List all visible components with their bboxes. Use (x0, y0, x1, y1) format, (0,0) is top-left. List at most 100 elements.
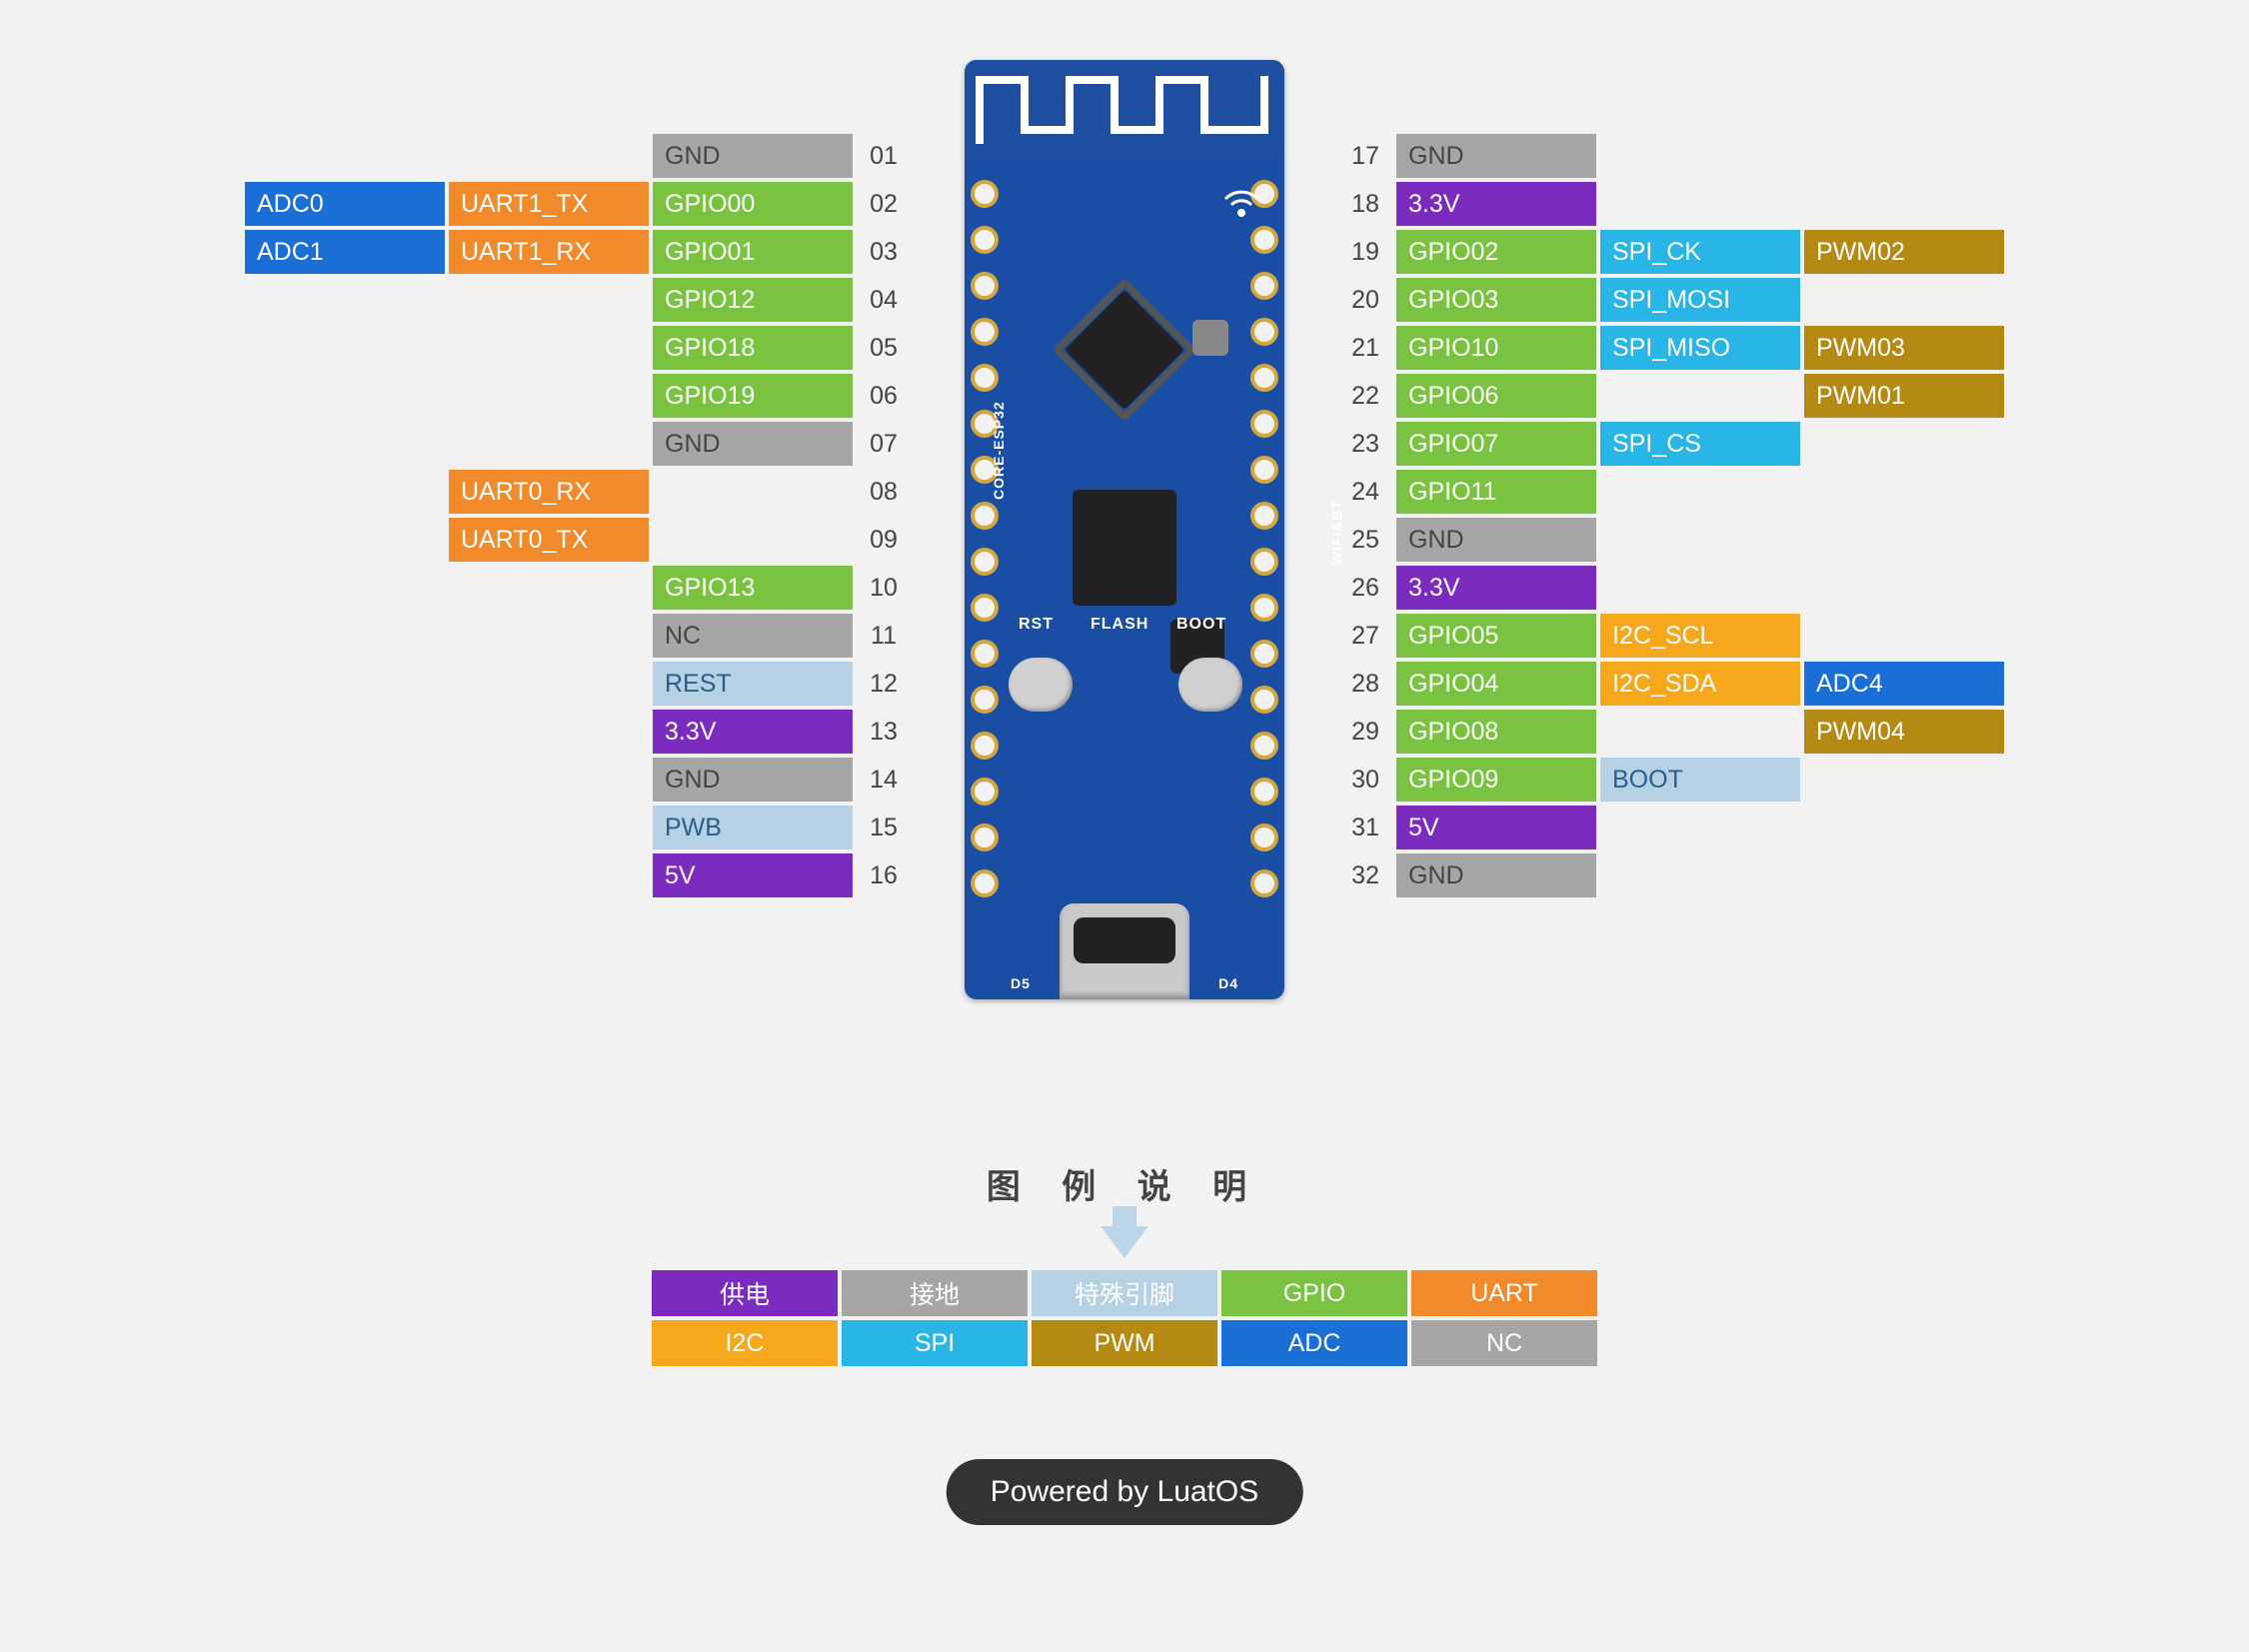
pin-tag: GPIO12 (653, 278, 853, 322)
pin-number: 20 (1338, 278, 1392, 322)
pin-tag: GPIO04 (1396, 662, 1596, 706)
pin-tag: PWM02 (1804, 230, 2004, 274)
pin-row-right: 21GPIO10SPI_MISOPWM03 (1338, 326, 2004, 370)
pin-tag: GND (653, 758, 853, 802)
legend-tag: UART (1411, 1270, 1597, 1316)
pin-tag: SPI_CK (1600, 230, 1800, 274)
pin-tag (1600, 710, 1800, 754)
pin-row-right: 29GPIO08PWM04 (1338, 710, 2004, 754)
pin-row-left: GND07 (653, 422, 911, 466)
pin-number: 22 (1338, 374, 1392, 418)
pin-tag: I2C_SCL (1600, 614, 1800, 658)
pin-row-left: 3.3V13 (653, 710, 911, 754)
silk-d4: D4 (1218, 975, 1238, 991)
pin-number: 25 (1338, 518, 1392, 562)
pin-row-right: 32GND (1338, 853, 1596, 897)
pin-row-left: ADC0UART1_TXGPIO0002 (245, 182, 911, 226)
pin-row-left: 5V16 (653, 853, 911, 897)
left-pin-column: GND01ADC0UART1_TXGPIO0002ADC1UART1_RXGPI… (245, 134, 911, 897)
pin-row-left: GPIO1204 (653, 278, 911, 322)
pin-row-left: ADC1UART1_RXGPIO0103 (245, 230, 911, 274)
pin-tag: GPIO03 (1396, 278, 1596, 322)
legend-tag: SPI (842, 1320, 1028, 1366)
pin-tag: GND (653, 134, 853, 178)
pin-tag: GPIO01 (653, 230, 853, 274)
pin-row-right: 28GPIO04I2C_SDAADC4 (1338, 662, 2004, 706)
pin-row-right: 315V (1338, 806, 1596, 849)
pin-number: 21 (1338, 326, 1392, 370)
pin-tag: UART0_TX (449, 518, 649, 562)
legend-grid: 供电接地特殊引脚GPIOUARTI2CSPIPWMADCNC (575, 1270, 1674, 1366)
pin-tag: PWM04 (1804, 710, 2004, 754)
pin-number: 11 (857, 614, 911, 658)
pin-number: 23 (1338, 422, 1392, 466)
pin-tag: UART0_RX (449, 470, 649, 514)
board-image: RST FLASH BOOT CORE-ESP32 WIFI&BT D5 D4 (945, 60, 1304, 999)
pin-tag (653, 518, 853, 562)
pin-tag: I2C_SDA (1600, 662, 1800, 706)
pin-row-right: 263.3V (1338, 566, 1596, 610)
right-pin-column: 17GND183.3V19GPIO02SPI_CKPWM0220GPIO03SP… (1338, 134, 2004, 897)
pin-tag: GPIO11 (1396, 470, 1596, 514)
legend-tag: NC (1411, 1320, 1597, 1366)
legend-arrow-icon (1101, 1226, 1148, 1258)
pinout-diagram: GND01ADC0UART1_TXGPIO0002ADC1UART1_RXGPI… (125, 60, 2124, 999)
pin-row-left: UART0_TX09 (449, 518, 911, 562)
pin-row-left: UART0_RX 08 (449, 470, 911, 514)
pin-tag (653, 470, 853, 514)
pin-row-right: 27GPIO05I2C_SCL (1338, 614, 1800, 658)
pin-number: 06 (857, 374, 911, 418)
pin-number: 07 (857, 422, 911, 466)
pin-number: 03 (857, 230, 911, 274)
pin-number: 17 (1338, 134, 1392, 178)
pin-number: 32 (1338, 853, 1392, 897)
pin-row-left: GPIO1310 (653, 566, 911, 610)
pin-tag: GPIO09 (1396, 758, 1596, 802)
pin-tag: GPIO02 (1396, 230, 1596, 274)
pin-tag: SPI_MISO (1600, 326, 1800, 370)
pin-row-right: 20GPIO03SPI_MOSI (1338, 278, 1800, 322)
legend-row: I2CSPIPWMADCNC (652, 1320, 1597, 1366)
pin-number: 13 (857, 710, 911, 754)
silk-flash: FLASH (1091, 616, 1148, 634)
pin-tag: UART1_RX (449, 230, 649, 274)
pin-tag: GND (1396, 134, 1596, 178)
pin-row-right: 183.3V (1338, 182, 1596, 226)
pin-number: 16 (857, 853, 911, 897)
pin-tag: GPIO13 (653, 566, 853, 610)
pin-tag: SPI_CS (1600, 422, 1800, 466)
pin-number: 12 (857, 662, 911, 706)
pin-number: 26 (1338, 566, 1392, 610)
legend-tag: GPIO (1221, 1270, 1407, 1316)
pin-tag: GPIO19 (653, 374, 853, 418)
pin-tag: NC (653, 614, 853, 658)
pin-tag: 5V (1396, 806, 1596, 849)
pin-row-left: REST12 (653, 662, 911, 706)
legend: 图 例 说 明 供电接地特殊引脚GPIOUARTI2CSPIPWMADCNC (575, 1159, 1674, 1366)
pin-tag: GND (1396, 853, 1596, 897)
silk-boot: BOOT (1176, 616, 1226, 634)
pin-tag: GPIO07 (1396, 422, 1596, 466)
antenna-icon (1216, 178, 1266, 233)
pin-tag: UART1_TX (449, 182, 649, 226)
pin-row-right: 24GPIO11 (1338, 470, 1596, 514)
legend-tag: ADC (1221, 1320, 1407, 1366)
pin-tag: ADC1 (245, 230, 445, 274)
pin-number: 01 (857, 134, 911, 178)
pin-number: 24 (1338, 470, 1392, 514)
silk-wifi: WIFI&BT (1328, 500, 1344, 565)
pin-row-right: 17GND (1338, 134, 1596, 178)
pin-number: 29 (1338, 710, 1392, 754)
pin-tag: PWB (653, 806, 853, 849)
pin-number: 14 (857, 758, 911, 802)
legend-tag: 特殊引脚 (1032, 1270, 1217, 1316)
legend-tag: 接地 (842, 1270, 1028, 1316)
pin-number: 28 (1338, 662, 1392, 706)
pin-row-left: PWB15 (653, 806, 911, 849)
pin-number: 08 (857, 470, 911, 514)
pin-tag: SPI_MOSI (1600, 278, 1800, 322)
pin-tag: GPIO00 (653, 182, 853, 226)
pin-tag: 3.3V (1396, 182, 1596, 226)
silk-rst: RST (1019, 616, 1054, 634)
boot-button (1178, 658, 1242, 712)
